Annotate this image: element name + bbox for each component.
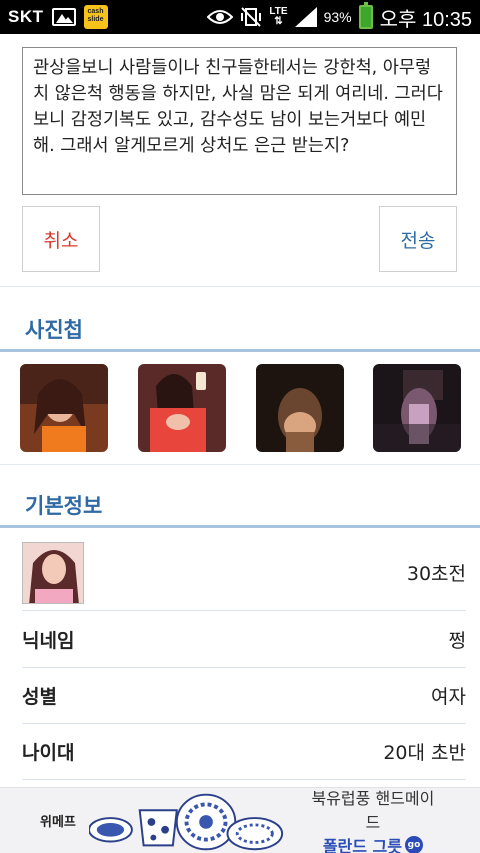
info-label: 성별 (22, 686, 57, 708)
photo-3-image (256, 364, 344, 452)
info-row-gender: 성별 여자 (22, 668, 466, 724)
photo-thumbnail-3[interactable] (256, 364, 344, 452)
photo-thumbnail-4[interactable] (373, 364, 461, 452)
photo-thumbnail-1[interactable] (20, 364, 108, 452)
mute-vibrate-icon (241, 7, 262, 27)
status-bar: SKT cash slide LTE ⇅ 93% 오후 10:35 (0, 0, 480, 34)
info-label: 닉네임 (22, 630, 75, 652)
cancel-button[interactable]: 취소 (22, 206, 100, 272)
section-divider (0, 525, 480, 528)
info-row-nickname: 닉네임 쩡 (22, 612, 466, 668)
info-value: 쩡 (448, 630, 466, 652)
photo-1-image (20, 364, 108, 452)
go-badge-icon: go (405, 835, 423, 853)
info-row-age: 나이대 20대 초반 (22, 724, 466, 780)
eye-icon (207, 10, 234, 24)
carrier-label: SKT (8, 7, 44, 26)
info-value: 여자 (431, 686, 466, 708)
message-textarea[interactable]: 관상을보니 사람들이나 친구들한테서는 강한척, 아무렇치 않은척 행동을 하지… (22, 47, 457, 195)
ad-brand-label: 위메프 (40, 815, 76, 830)
network-type-label: LTE ⇅ (269, 6, 288, 27)
photo-thumbnail-2[interactable] (138, 364, 226, 452)
gallery-icon (51, 8, 76, 26)
pottery-image (88, 793, 283, 850)
cash-slide-icon: cash slide (83, 5, 108, 29)
ad-banner[interactable]: 위메프 북유럽풍 핸드메이드 폴란드 그릇 go (0, 787, 480, 853)
send-button[interactable]: 전송 (379, 206, 457, 272)
divider (0, 286, 480, 287)
ad-headline: 북유럽풍 핸드메이드 (311, 788, 435, 832)
ad-product: 폴란드 그릇 (322, 836, 402, 853)
photos-section-title: 사진첩 (25, 318, 83, 342)
basic-info-section-title: 기본정보 (25, 494, 103, 518)
profile-summary-row: 30초전 (22, 535, 466, 611)
battery-percent: 93% (323, 9, 352, 25)
ad-text: 북유럽풍 핸드메이드 폴란드 그릇 go (306, 785, 440, 853)
photo-4-image (373, 364, 461, 452)
avatar[interactable] (22, 541, 84, 604)
clock: 오후 10:35 (379, 8, 472, 31)
info-label: 나이대 (22, 742, 75, 764)
battery-icon (358, 2, 373, 29)
signal-strength-icon (294, 7, 317, 27)
info-value: 20대 초반 (383, 742, 466, 764)
divider (0, 464, 480, 465)
profile-content[interactable]: 관상을보니 사람들이나 친구들한테서는 강한척, 아무렇치 않은척 행동을 하지… (0, 34, 480, 787)
photo-2-image (138, 364, 226, 452)
avatar-image (23, 542, 83, 603)
network-type-text: LTE (269, 6, 288, 17)
section-divider (0, 349, 480, 352)
ad-subline: 폴란드 그릇 go (306, 833, 440, 853)
last-seen-text: 30초전 (406, 563, 466, 585)
